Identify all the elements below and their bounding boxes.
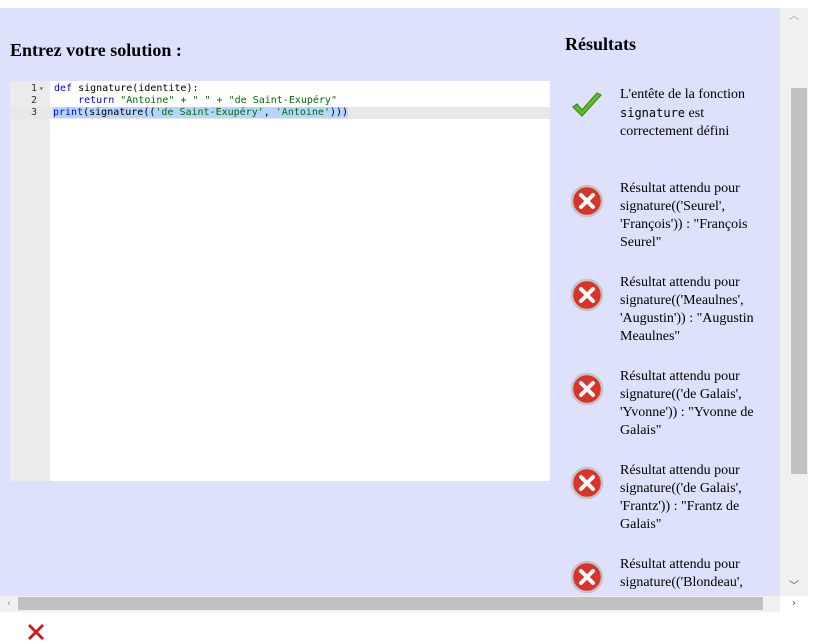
error-icon (570, 372, 604, 406)
horizontal-scrollbar[interactable]: ‹ › (0, 596, 796, 612)
scroll-left-icon[interactable]: ‹ (0, 596, 18, 612)
close-x-icon (28, 624, 44, 640)
scroll-up-icon[interactable]: ︿ (780, 8, 808, 26)
error-icon (570, 184, 604, 218)
code-string: "Antoine" + " " + "de Saint-Exupéry" (114, 95, 337, 106)
results-title: Résultats (565, 34, 636, 54)
code-line-2[interactable]: 2 return "Antoine" + " " + "de Saint-Exu… (10, 95, 550, 107)
code-text: signature(identite): (72, 83, 199, 94)
editor-gutter (10, 81, 50, 481)
error-icon (570, 560, 604, 594)
error-icon (570, 466, 604, 500)
vertical-scrollbar[interactable]: ︿ ﹀ (780, 8, 808, 596)
editor-title: Entrez votre solution : (10, 40, 182, 60)
line-number: 2 (30, 95, 37, 106)
code-string: 'de Saint-Exupéry' (155, 107, 264, 118)
horizontal-scroll-thumb[interactable] (18, 597, 763, 610)
result-text: Résultat attendu pour signature(('Seurel… (620, 181, 748, 250)
scroll-down-icon[interactable]: ﹀ (780, 578, 808, 596)
result-text: Résultat attendu pour signature(('de Gal… (620, 463, 742, 532)
error-icon (570, 278, 604, 312)
result-text: Résultat attendu pour signature(('Blonde… (620, 557, 743, 590)
result-text: Résultat attendu pour signature(('de Gal… (620, 369, 754, 438)
exercise-frame: Entrez votre solution : Résultats 1 ▾ de… (0, 8, 828, 612)
exercise-panel: Entrez votre solution : Résultats 1 ▾ de… (0, 8, 780, 596)
scroll-right-icon[interactable]: › (780, 596, 808, 612)
check-icon (572, 92, 602, 117)
code-line-3[interactable]: 3 print(signature(('de Saint-Exupéry', '… (10, 107, 550, 119)
line-number: 3 (30, 107, 37, 118)
result-text: Résultat attendu pour signature(('Meauln… (620, 275, 754, 344)
fold-arrow-icon[interactable]: ▾ (39, 83, 44, 95)
keyword: return (78, 95, 115, 106)
function-name: signature (620, 106, 686, 120)
line-number: 1 (30, 83, 37, 94)
keyword: def (54, 83, 73, 94)
code-line-1[interactable]: 1 ▾ def signature(identite): (10, 83, 550, 95)
result-text: L'entête de la fonction signature est co… (620, 87, 745, 139)
code-string: 'Antoine' (275, 107, 330, 118)
code-editor[interactable]: 1 ▾ def signature(identite): 2 return "A… (10, 81, 550, 481)
keyword: print (53, 107, 84, 118)
vertical-scroll-thumb[interactable] (791, 88, 807, 474)
